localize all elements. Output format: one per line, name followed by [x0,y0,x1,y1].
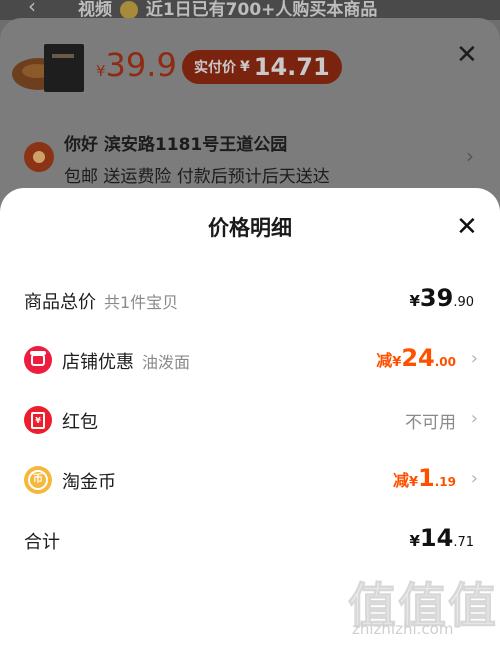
chevron-right-icon[interactable]: › [466,144,474,168]
row-shop-discount[interactable]: 店铺优惠 油泼面 减 ¥24.00 › [0,340,500,380]
row-taojinbi[interactable]: 币 淘金币 减 ¥1.19 › [0,460,500,500]
close-icon[interactable]: ✕ [456,214,478,240]
avatar-icon [119,1,138,19]
location-pin-icon [24,142,54,172]
paid-price-label: 实付价 [194,60,236,76]
row-red-packet[interactable]: ¥ 红包 不可用 › [0,400,500,440]
row-label: 店铺优惠 [62,352,134,373]
row-amount: ¥39.90 [409,284,474,312]
row-label: 合计 [24,532,60,553]
row-goods-total: 商品总价 共1件宝贝 ¥39.90 [0,280,500,320]
row-label: 商品总价 [24,292,96,313]
row-label: 红包 [62,412,98,433]
row-label: 淘金币 [62,472,116,493]
shop-icon [24,346,52,374]
chevron-right-icon[interactable]: › [471,348,478,369]
row-grand-total: 合计 ¥14.71 [0,520,500,560]
row-amount: 减 ¥24.00 [376,344,456,372]
row-sublabel: 油泼面 [142,353,191,372]
sheet-close-icon[interactable]: ✕ [456,42,478,68]
chevron-right-icon[interactable]: › [471,468,478,489]
back-arrow-icon[interactable]: ‹ [28,0,36,18]
row-amount: ¥14.71 [409,524,474,552]
coin-icon: 币 [24,466,52,494]
unavailable-status: 不可用 [405,413,456,433]
paid-price-value: 14.71 [253,53,330,81]
row-sublabel: 共1件宝贝 [104,293,179,312]
banner-video-label: 视频 [78,0,112,20]
banner-purchase-text: 近1日已有700+人购买本商品 [145,0,378,20]
address-line[interactable]: 你好 滨安路1181号王道公园 [64,130,287,155]
chevron-right-icon[interactable]: › [471,408,478,429]
product-thumbnail [12,42,84,94]
top-banner: ‹ 视频 近1日已有700+人购买本商品 [0,0,500,20]
watermark-url: zhizhizhi.com [352,620,454,638]
row-amount: 减 ¥1.19 [392,464,456,492]
delivery-info: 包邮 送运费险 付款后预计后天送达 [64,167,330,187]
modal-title: 价格明细 [208,216,292,240]
site-watermark: 值值值 zhizhizhi.com [347,566,496,644]
red-packet-icon: ¥ [24,406,52,434]
product-price: ¥39.9 [96,46,177,84]
paid-price-badge: 实付价 ¥ 14.71 [182,50,342,84]
